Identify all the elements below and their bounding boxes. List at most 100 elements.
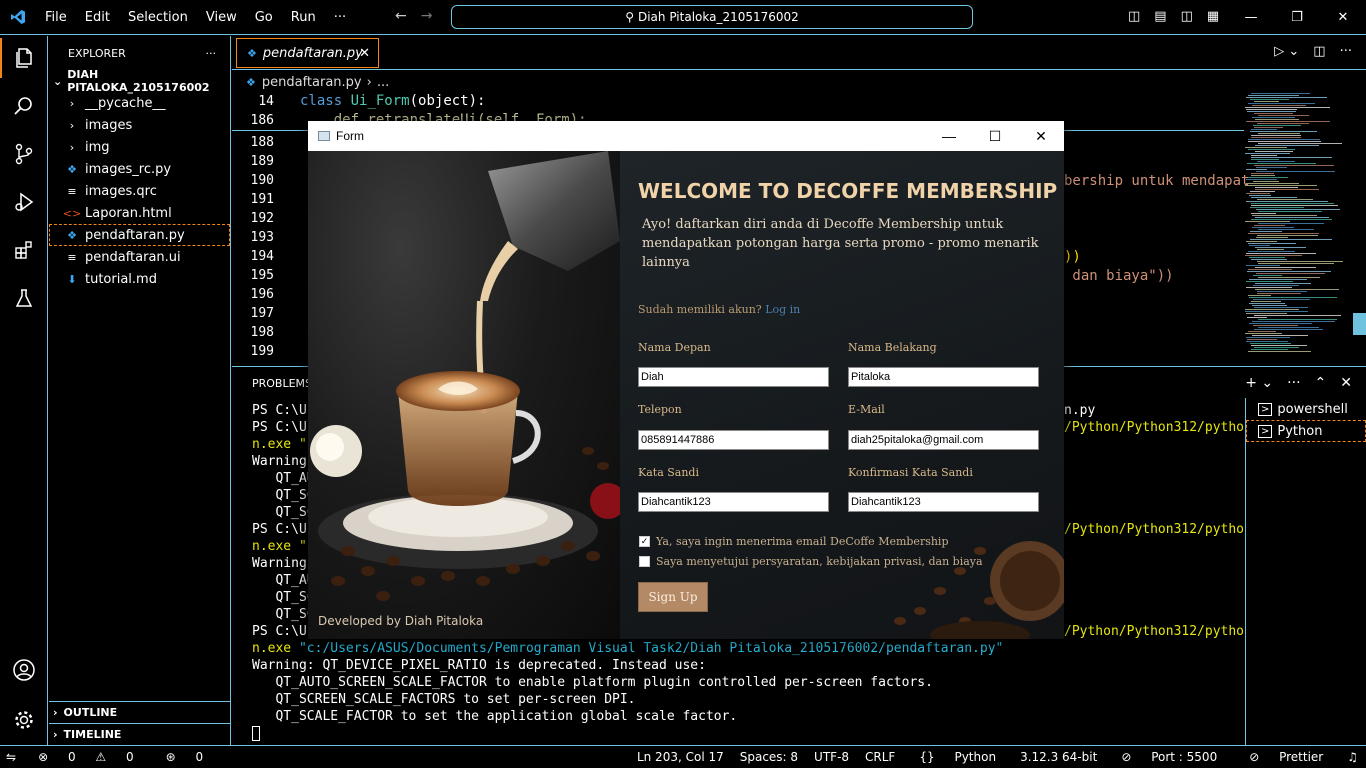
notifications-bell-icon[interactable]: ♫: [1339, 750, 1366, 764]
braces-icon: {}: [919, 750, 935, 764]
problems-status[interactable]: ⊗ 0 ⚠ 0: [22, 750, 150, 764]
form-minimize-icon[interactable]: —: [926, 121, 972, 151]
ports-status[interactable]: ⊛ 0: [150, 750, 220, 764]
terminal-line: QT_SCREEN_SCALE_FACTORS to set per-scree…: [252, 692, 636, 707]
more-actions-icon[interactable]: ···: [206, 47, 217, 60]
minimap-line: [1256, 273, 1325, 274]
terminal-powershell[interactable]: > powershell: [1246, 398, 1366, 420]
lines-file-icon: ≡: [67, 184, 77, 198]
cursor-position[interactable]: Ln 203, Col 17: [629, 750, 732, 764]
run-python-file-icon[interactable]: ▷ ⌄: [1274, 44, 1299, 59]
tab-problems[interactable]: PROBLEMS: [252, 377, 312, 390]
explorer-item-tutorial[interactable]: ⬇ tutorial.md: [49, 268, 230, 290]
already-member-label: Sudah memiliki akun?: [638, 303, 762, 316]
toggle-panel-icon[interactable]: ▤: [1154, 9, 1166, 24]
account-icon[interactable]: [0, 650, 48, 690]
search-icon[interactable]: [0, 86, 48, 126]
ports-count: 0: [195, 750, 204, 764]
indentation[interactable]: Spaces: 8: [732, 750, 806, 764]
end-of-line[interactable]: CRLF: [857, 750, 903, 764]
terms-label: Saya menyetujui persyaratan, kebijakan p…: [656, 555, 983, 568]
minimap-line: [1253, 299, 1310, 300]
class-name: Ui_Form: [350, 93, 410, 109]
testing-flask-icon[interactable]: [0, 278, 48, 318]
terminal-line: Warning:: [252, 454, 315, 469]
minimap-line: [1254, 113, 1293, 114]
close-window-icon[interactable]: ✕: [1320, 0, 1366, 35]
new-terminal-icon[interactable]: + ⌄: [1245, 375, 1273, 391]
minimap-line: [1255, 187, 1298, 188]
remote-icon[interactable]: ⇋: [0, 750, 22, 764]
terminal-python[interactable]: > Python: [1246, 420, 1366, 442]
explorer-item-images[interactable]: › images: [49, 114, 230, 136]
email-input[interactable]: diah25pitaloka@gmail.com: [848, 430, 1039, 450]
terms-checkbox[interactable]: [639, 556, 650, 567]
explorer-item-pycache[interactable]: › __pycache__: [49, 92, 230, 114]
prettier-status[interactable]: ⊘ Prettier: [1233, 750, 1339, 764]
menu-more[interactable]: ···: [325, 10, 355, 25]
line-number: 195: [250, 268, 274, 283]
form-close-icon[interactable]: ✕: [1018, 121, 1064, 151]
breadcrumb-symbol[interactable]: ...: [377, 75, 389, 90]
phone-input[interactable]: 085891447886: [638, 430, 829, 450]
restore-window-icon[interactable]: ❐: [1274, 0, 1320, 35]
menu-edit[interactable]: Edit: [76, 10, 119, 25]
extensions-icon[interactable]: [0, 230, 48, 270]
minimap-line: [1251, 213, 1276, 214]
command-center-search[interactable]: ⚲ Diah Pitaloka_2105176002: [451, 5, 973, 29]
minimap-line: [1258, 319, 1337, 320]
explorer-icon[interactable]: [0, 38, 48, 78]
editor-scrollbar[interactable]: [1353, 313, 1366, 335]
forward-arrow-icon[interactable]: →: [421, 8, 433, 24]
more-actions-icon[interactable]: ···: [1340, 44, 1352, 59]
menu-selection[interactable]: Selection: [119, 10, 197, 25]
split-editor-icon[interactable]: ◫: [1313, 44, 1325, 59]
run-debug-icon[interactable]: [0, 182, 48, 222]
explorer-item-images-rc[interactable]: ❖ images_rc.py: [49, 158, 230, 180]
confirm-password-input[interactable]: Diahcantik123: [848, 492, 1039, 512]
minimap-line: [1251, 159, 1279, 160]
login-link[interactable]: Log in: [765, 303, 800, 316]
workspace-folder[interactable]: ⌄ DIAH PITALOKA_2105176002: [49, 68, 230, 94]
newsletter-checkbox[interactable]: ✓: [639, 536, 650, 547]
minimap-line: [1248, 95, 1299, 96]
toggle-sidebar-icon[interactable]: ◫: [1128, 9, 1140, 24]
explorer-item-pendaftaran-py[interactable]: ❖ pendaftaran.py: [49, 224, 230, 246]
signup-button[interactable]: Sign Up: [638, 582, 708, 612]
explorer-item-images-qrc[interactable]: ≡ images.qrc: [49, 180, 230, 202]
terminal-line: /Python/Python312/pytho: [1064, 420, 1245, 435]
manage-gear-icon[interactable]: [0, 700, 48, 740]
menu-view[interactable]: View: [197, 10, 246, 25]
customize-layout-icon[interactable]: ▦: [1207, 9, 1219, 24]
tab-pendaftaran-py[interactable]: ❖ pendaftaran.py ✕: [236, 38, 379, 68]
python-interpreter[interactable]: 3.12.3 64-bit: [1012, 750, 1105, 764]
minimap-line: [1250, 239, 1332, 240]
timeline-section[interactable]: › TIMELINE: [49, 723, 231, 745]
explorer-item-img[interactable]: › img: [49, 136, 230, 158]
minimize-window-icon[interactable]: —: [1228, 0, 1274, 35]
encoding[interactable]: UTF-8: [806, 750, 857, 764]
first-name-input[interactable]: Diah: [638, 367, 829, 387]
back-arrow-icon[interactable]: ←: [395, 8, 407, 24]
form-maximize-icon[interactable]: ☐: [972, 121, 1018, 151]
menu-go[interactable]: Go: [246, 10, 282, 25]
language-mode[interactable]: {} Python: [903, 750, 1012, 764]
explorer-item-laporan[interactable]: <> Laporan.html: [49, 202, 230, 224]
more-actions-icon[interactable]: ···: [1287, 375, 1300, 391]
title-bar: File Edit Selection View Go Run ··· ← → …: [0, 0, 1366, 35]
minimap-line: [1254, 329, 1323, 330]
password-input[interactable]: Diahcantik123: [638, 492, 829, 512]
live-server-port[interactable]: ⊘ Port : 5500: [1105, 750, 1233, 764]
outline-section[interactable]: › OUTLINE: [49, 701, 231, 723]
explorer-item-pendaftaran-ui[interactable]: ≡ pendaftaran.ui: [49, 246, 230, 268]
menu-file[interactable]: File: [36, 10, 76, 25]
toggle-secondary-sidebar-icon[interactable]: ◫: [1181, 9, 1193, 24]
maximize-panel-icon[interactable]: ⌃: [1315, 375, 1327, 391]
close-tab-icon[interactable]: ✕: [359, 46, 370, 61]
source-control-icon[interactable]: [0, 134, 48, 174]
last-name-input[interactable]: Pitaloka: [848, 367, 1039, 387]
close-panel-icon[interactable]: ✕: [1340, 375, 1352, 391]
minimap[interactable]: [1245, 93, 1351, 365]
breadcrumb-file[interactable]: pendaftaran.py: [262, 75, 362, 90]
menu-run[interactable]: Run: [282, 10, 325, 25]
